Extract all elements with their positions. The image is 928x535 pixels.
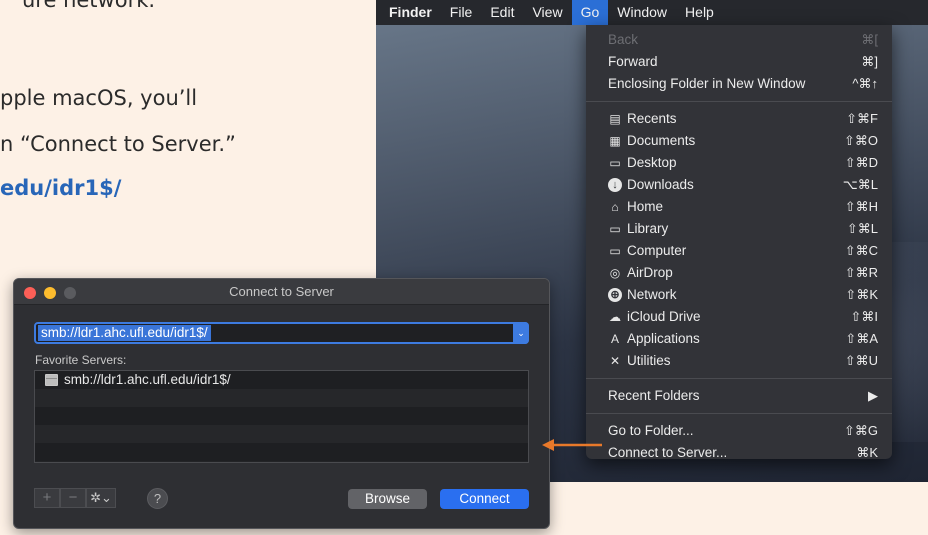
menu-view[interactable]: View bbox=[523, 0, 571, 25]
server-icon bbox=[45, 374, 58, 386]
connect-button[interactable]: Connect bbox=[440, 489, 529, 509]
menu-edit[interactable]: Edit bbox=[481, 0, 523, 25]
desktop-icon: ▭ bbox=[609, 156, 621, 170]
home-icon: ⌂ bbox=[611, 200, 619, 214]
airdrop-icon: ◎ bbox=[609, 266, 621, 280]
favorites-toolbar: + − ✲⌄ bbox=[34, 488, 116, 508]
menu-item-network[interactable]: ⊕ Network ⇧⌘K bbox=[586, 284, 892, 306]
server-address-value[interactable]: smb://ldr1.ahc.ufl.edu/idr1$/ bbox=[38, 325, 211, 341]
submenu-arrow-icon: ▶ bbox=[868, 388, 878, 403]
empty-list-row bbox=[35, 443, 528, 461]
documents-icon: ▦ bbox=[609, 134, 621, 148]
menu-item-recent-folders[interactable]: Recent Folders ▶ bbox=[586, 385, 892, 407]
dialog-titlebar[interactable]: Connect to Server bbox=[14, 279, 549, 305]
menu-item-forward[interactable]: Forward ⌘] bbox=[586, 51, 892, 73]
menu-go[interactable]: Go bbox=[571, 0, 609, 25]
server-address-field[interactable]: smb://ldr1.ahc.ufl.edu/idr1$/ ⌄ bbox=[34, 322, 529, 344]
utilities-icon: ✕ bbox=[609, 354, 621, 368]
menu-item-icloud-drive[interactable]: ☁ iCloud Drive ⇧⌘I bbox=[586, 306, 892, 328]
dialog-title: Connect to Server bbox=[229, 284, 334, 299]
list-item[interactable]: smb://ldr1.ahc.ufl.edu/idr1$/ bbox=[35, 371, 528, 389]
empty-list-row bbox=[35, 425, 528, 443]
computer-icon: ▭ bbox=[609, 244, 621, 258]
browse-button[interactable]: Browse bbox=[348, 489, 427, 509]
menu-item-computer[interactable]: ▭ Computer ⇧⌘C bbox=[586, 240, 892, 262]
menu-item-home[interactable]: ⌂ Home ⇧⌘H bbox=[586, 196, 892, 218]
applications-icon: A bbox=[610, 332, 619, 346]
gear-menu-button[interactable]: ✲⌄ bbox=[86, 488, 116, 508]
doc-server-path: edu/idr1$/ bbox=[0, 176, 122, 200]
menu-item-desktop[interactable]: ▭ Desktop ⇧⌘D bbox=[586, 152, 892, 174]
menu-item-back: Back ⌘[ bbox=[608, 32, 878, 47]
cloud-icon: ☁ bbox=[609, 310, 621, 324]
doc-text-line: ure network. bbox=[22, 0, 156, 12]
menu-item-library[interactable]: ▭ Library ⇧⌘L bbox=[586, 218, 892, 240]
menu-item-applications[interactable]: A Applications ⇧⌘A bbox=[586, 328, 892, 350]
doc-text-line: pple macOS, you’ll bbox=[0, 86, 198, 110]
menu-help[interactable]: Help bbox=[676, 0, 723, 25]
help-button[interactable]: ? bbox=[147, 488, 168, 509]
empty-list-row bbox=[35, 389, 528, 407]
menu-item-airdrop[interactable]: ◎ AirDrop ⇧⌘R bbox=[586, 262, 892, 284]
menu-item-enclosing-folder[interactable]: Enclosing Folder in New Window ^⌘↑ bbox=[586, 73, 892, 95]
menu-separator bbox=[586, 101, 892, 102]
menu-separator bbox=[586, 378, 892, 379]
recent-servers-dropdown-button[interactable]: ⌄ bbox=[513, 322, 529, 344]
remove-favorite-button[interactable]: − bbox=[60, 488, 86, 508]
pointer-arrow-icon bbox=[542, 439, 602, 451]
downloads-icon: ↓ bbox=[608, 178, 622, 192]
favorite-servers-label: Favorite Servers: bbox=[35, 353, 127, 367]
menu-finder[interactable]: Finder bbox=[376, 0, 441, 25]
menu-item-downloads[interactable]: ↓ Downloads ⌥⌘L bbox=[586, 174, 892, 196]
recents-icon: ▤ bbox=[609, 112, 621, 126]
go-menu-dropdown: Back ⌘[ Forward ⌘] Enclosing Folder in N… bbox=[586, 25, 892, 460]
menu-bar: Finder File Edit View Go Window Help bbox=[376, 0, 928, 25]
library-folder-icon: ▭ bbox=[609, 222, 621, 236]
menu-window[interactable]: Window bbox=[608, 0, 676, 25]
empty-list-row bbox=[35, 407, 528, 425]
doc-text-line: n “Connect to Server.” bbox=[0, 132, 236, 156]
menu-file[interactable]: File bbox=[441, 0, 482, 25]
menu-item-recents[interactable]: ▤ Recents ⇧⌘F bbox=[586, 108, 892, 130]
menu-item-go-to-folder[interactable]: Go to Folder... ⇧⌘G bbox=[586, 420, 892, 442]
add-favorite-button[interactable]: + bbox=[34, 488, 60, 508]
favorite-servers-list[interactable]: smb://ldr1.ahc.ufl.edu/idr1$/ bbox=[34, 370, 529, 463]
connect-to-server-dialog: Connect to Server smb://ldr1.ahc.ufl.edu… bbox=[13, 278, 550, 529]
menu-item-utilities[interactable]: ✕ Utilities ⇧⌘U bbox=[586, 350, 892, 372]
network-icon: ⊕ bbox=[608, 288, 622, 302]
menu-item-documents[interactable]: ▦ Documents ⇧⌘O bbox=[586, 130, 892, 152]
menu-separator bbox=[586, 413, 892, 414]
menu-item-connect-to-server[interactable]: Connect to Server... ⌘K bbox=[586, 442, 892, 464]
